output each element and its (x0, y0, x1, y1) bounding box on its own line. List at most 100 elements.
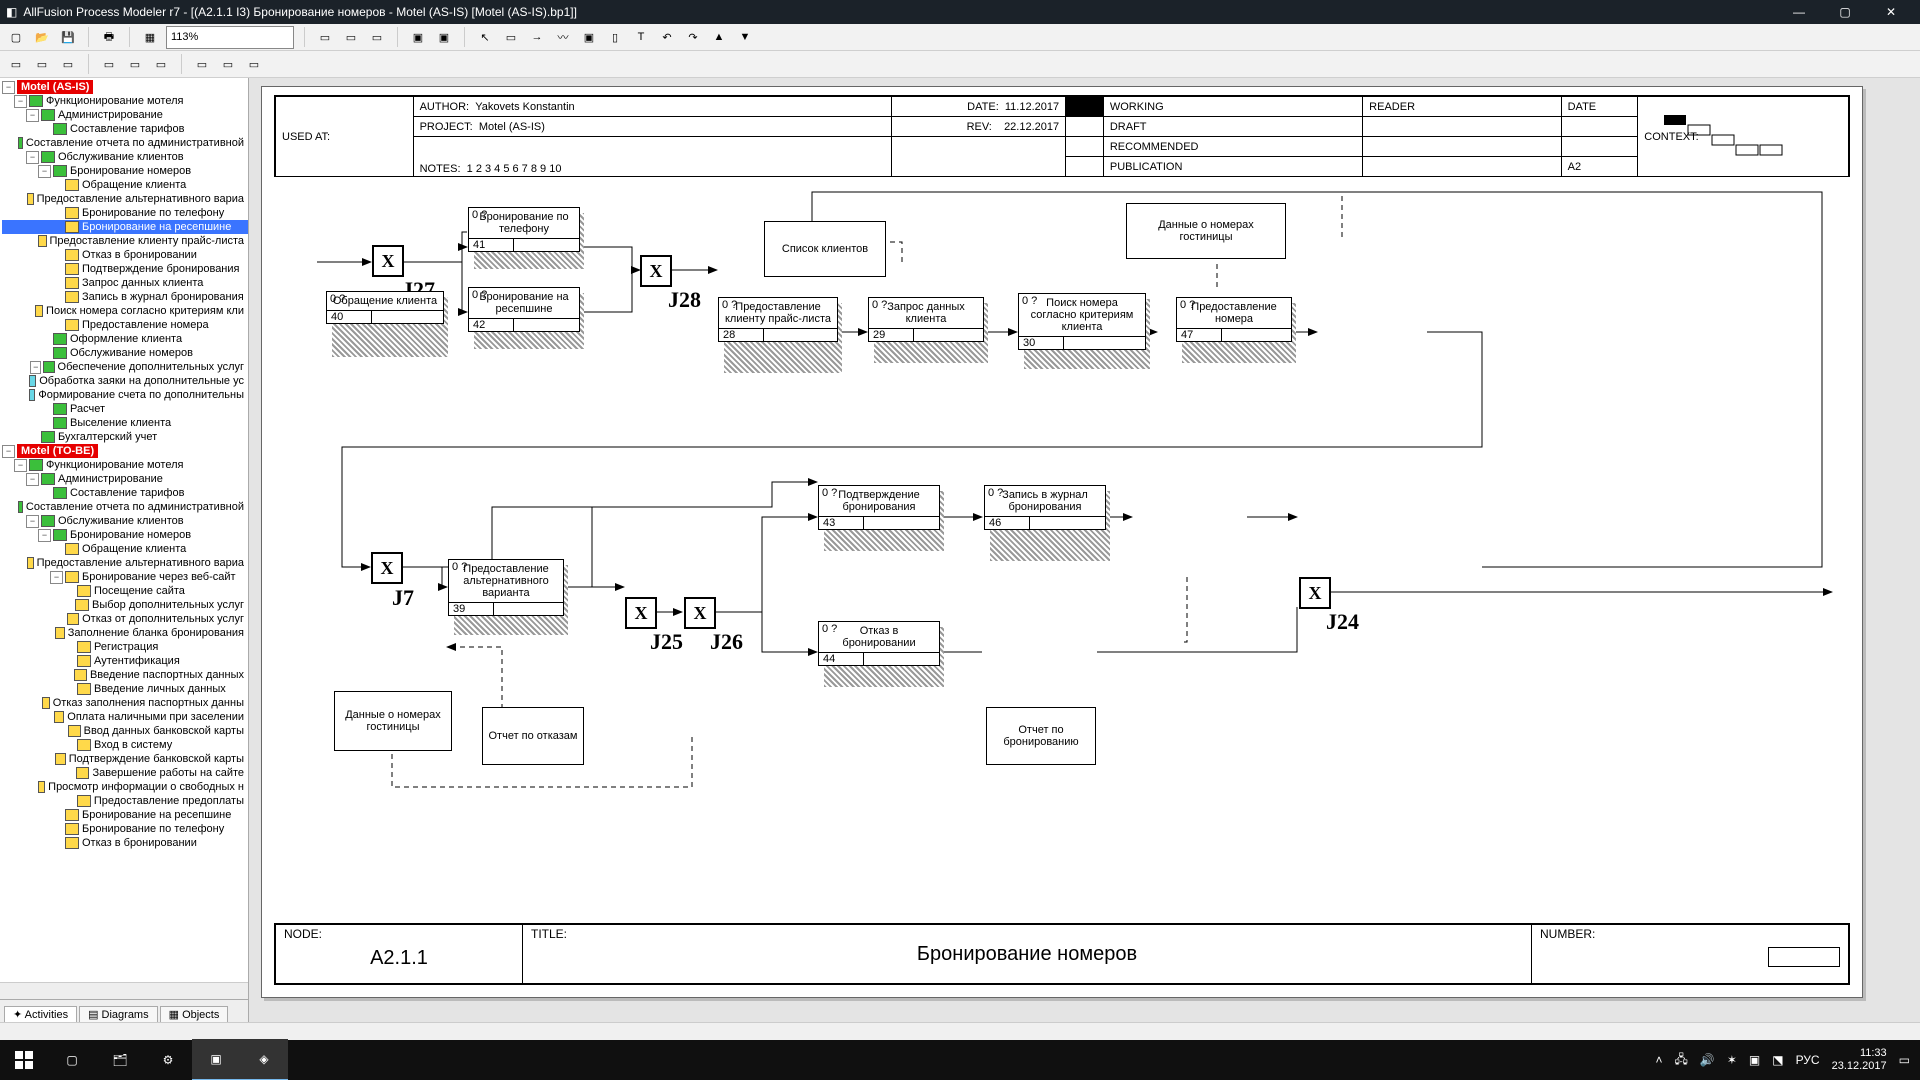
tool-icon[interactable]: ▣ (434, 27, 454, 47)
tree-item[interactable]: Предоставление альтернативного вариа (2, 556, 248, 570)
tool-icon[interactable]: ↷ (683, 27, 703, 47)
tree-item[interactable]: Оформление клиента (2, 332, 248, 346)
tree-item[interactable]: Составление тарифов (2, 486, 248, 500)
referent-box[interactable]: Отчет по отказам (482, 707, 584, 765)
referent-icon[interactable]: ▯ (605, 27, 625, 47)
tree-item[interactable]: Отказ в бронировании (2, 836, 248, 850)
activity-box[interactable]: 0 ? Запись в журнал бронирования 46 (984, 485, 1106, 530)
tree-item[interactable]: Оплата наличными при заселении (2, 710, 248, 724)
tree-item[interactable]: Регистрация (2, 640, 248, 654)
activity-box[interactable]: 0 ? Предоставление клиенту прайс-листа 2… (718, 297, 838, 342)
tree-item[interactable]: −Функционирование мотеля (2, 94, 248, 108)
referent-box[interactable]: Данные о номерах гостиницы (334, 691, 452, 751)
zoom-select[interactable] (166, 26, 294, 49)
tree-item[interactable]: Бронирование по телефону (2, 822, 248, 836)
activity-box[interactable]: 0 ? Отказ в бронировании 44 (818, 621, 940, 666)
tool-icon[interactable]: ▭ (151, 54, 171, 74)
tab-activities[interactable]: ✦ Activities (4, 1006, 77, 1022)
tool-icon[interactable]: ▭ (367, 27, 387, 47)
tree-item[interactable]: Бронирование по телефону (2, 206, 248, 220)
minimize-button[interactable]: — (1776, 0, 1822, 24)
activity-box[interactable]: 0 ? Поиск номера согласно критериям клие… (1018, 293, 1146, 350)
tree-item[interactable]: −Администрирование (2, 472, 248, 486)
tree-item[interactable]: Обращение клиента (2, 178, 248, 192)
tree-item[interactable]: Запрос данных клиента (2, 276, 248, 290)
tree-item[interactable]: Предоставление альтернативного вариа (2, 192, 248, 206)
tree-item[interactable]: −Бронирование номеров (2, 528, 248, 542)
tree-item[interactable]: Просмотр информации о свободных н (2, 780, 248, 794)
pointer-icon[interactable]: ↖ (475, 27, 495, 47)
tree-item[interactable]: Обработка заяки на дополнительные ус (2, 374, 248, 388)
tool-icon[interactable]: ▭ (32, 54, 52, 74)
tree-item[interactable]: Запись в журнал бронирования (2, 290, 248, 304)
junction-j27[interactable]: X (372, 245, 404, 277)
tree-item[interactable]: Вход в систему (2, 738, 248, 752)
tree-item[interactable]: Обращение клиента (2, 542, 248, 556)
tree-item[interactable]: Введение паспортных данных (2, 668, 248, 682)
tree-item[interactable]: Заполнение бланка бронирования (2, 626, 248, 640)
junction-j26[interactable]: X (684, 597, 716, 629)
settings-icon[interactable]: ⚙ (144, 1040, 192, 1080)
arrow-icon[interactable]: → (527, 27, 547, 47)
tree-item[interactable]: Ввод данных банковской карты (2, 724, 248, 738)
tree-item[interactable]: −Обслуживание клиентов (2, 150, 248, 164)
tree-item[interactable]: Отказ заполнения паспортных данны (2, 696, 248, 710)
tree-root[interactable]: −Motel (AS-IS) (2, 80, 248, 94)
palette-icon[interactable]: ▦ (140, 27, 160, 47)
notifications-icon[interactable]: ▭ (1899, 1053, 1910, 1067)
tree-item[interactable]: −Администрирование (2, 108, 248, 122)
tree-item[interactable]: Обслуживание номеров (2, 346, 248, 360)
tray-icon[interactable]: ▣ (1749, 1053, 1760, 1067)
tree-item[interactable]: −Бронирование номеров (2, 164, 248, 178)
tree-item[interactable]: Поиск номера согласно критериям кли (2, 304, 248, 318)
tree-hscroll[interactable] (0, 982, 248, 999)
junction-j24[interactable]: X (1299, 577, 1331, 609)
tree-item[interactable]: Расчет (2, 402, 248, 416)
tool-icon[interactable]: ▭ (244, 54, 264, 74)
tree-item[interactable]: Составление тарифов (2, 122, 248, 136)
tool-icon[interactable]: ▭ (99, 54, 119, 74)
referent-box[interactable]: Данные о номерах гостиницы (1126, 203, 1286, 259)
tool-icon[interactable]: ▲ (709, 27, 729, 47)
tree-item[interactable]: Выбор дополнительных услуг (2, 598, 248, 612)
tab-diagrams[interactable]: ▤ Diagrams (79, 1006, 158, 1022)
tool-icon[interactable]: ▭ (218, 54, 238, 74)
diagram-canvas[interactable]: USED AT: AUTHOR: Yakovets Konstantin DAT… (249, 78, 1920, 1022)
tree-item[interactable]: −Функционирование мотеля (2, 458, 248, 472)
squiggle-icon[interactable]: 〰 (553, 27, 573, 47)
open-icon[interactable]: 📂 (32, 27, 52, 47)
tree-item[interactable]: −Бронирование через веб-сайт (2, 570, 248, 584)
tree-item[interactable]: −Обеспечение дополнительных услуг (2, 360, 248, 374)
tree-item[interactable]: Формирование счета по дополнительны (2, 388, 248, 402)
tool-icon[interactable]: ▭ (315, 27, 335, 47)
print-icon[interactable]: 🖶 (99, 27, 119, 47)
app-icon[interactable]: ▣ (192, 1039, 240, 1080)
referent-box[interactable]: Отчет по бронированию (986, 707, 1096, 765)
tree-item[interactable]: Бронирование на ресепшине (2, 808, 248, 822)
save-icon[interactable]: 💾 (58, 27, 78, 47)
tree-item[interactable]: Подтверждение банковской карты (2, 752, 248, 766)
tree-item[interactable]: Подтверждение бронирования (2, 262, 248, 276)
tool-icon[interactable]: ▭ (58, 54, 78, 74)
activity-box[interactable]: 0 ? Бронирование на ресепшине 42 (468, 287, 580, 332)
explorer-icon[interactable]: 🗂 (96, 1040, 144, 1080)
tree-item[interactable]: Составление отчета по административной (2, 136, 248, 150)
tray-icon[interactable]: ✶ (1727, 1053, 1737, 1067)
activity-box[interactable]: 0 ? Предоставление альтернативного вариа… (448, 559, 564, 616)
text-icon[interactable]: T (631, 27, 651, 47)
junction-j25[interactable]: X (625, 597, 657, 629)
tool-icon[interactable]: ▭ (6, 54, 26, 74)
junction-icon[interactable]: ▣ (579, 27, 599, 47)
tree-item[interactable]: Завершение работы на сайте (2, 766, 248, 780)
tree-root[interactable]: −Motel (TO-BE) (2, 444, 248, 458)
tree-item[interactable]: Предоставление номера (2, 318, 248, 332)
tree-item[interactable]: Выселение клиента (2, 416, 248, 430)
tool-icon[interactable]: ▭ (125, 54, 145, 74)
tool-icon[interactable]: ▣ (408, 27, 428, 47)
tool-icon[interactable]: ▭ (192, 54, 212, 74)
tree-item[interactable]: Введение личных данных (2, 682, 248, 696)
tray-chevron-icon[interactable]: ˄ (1655, 1053, 1662, 1067)
tree-item[interactable]: Бухгалтерский учет (2, 430, 248, 444)
referent-box[interactable]: Список клиентов (764, 221, 886, 277)
start-button[interactable] (0, 1040, 48, 1080)
